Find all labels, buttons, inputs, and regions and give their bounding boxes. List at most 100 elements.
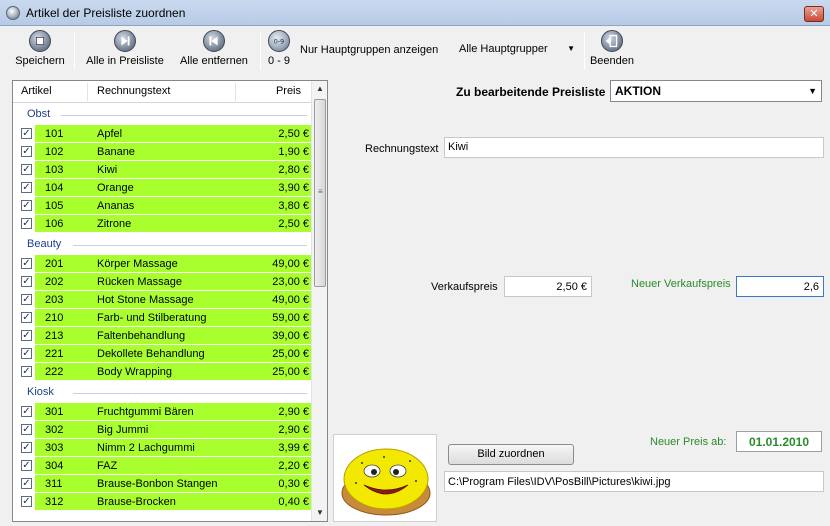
row-checkbox[interactable]: ✓	[21, 294, 32, 305]
preisliste-value: AKTION	[615, 84, 661, 98]
preis-cell: 25,00 €	[272, 366, 309, 378]
exit-button[interactable]: Beenden	[588, 30, 636, 67]
row-checkbox[interactable]: ✓	[21, 276, 32, 287]
rechnungstext-label: Rechnungstext	[365, 143, 439, 155]
table-row[interactable]: ✓ 101 Apfel 2,50 €	[15, 125, 311, 142]
image-path-input[interactable]: C:\Program Files\IDV\PosBill\Pictures\ki…	[444, 471, 824, 492]
row-checkbox[interactable]: ✓	[21, 164, 32, 175]
preis-cell: 59,00 €	[272, 312, 309, 324]
table-row[interactable]: ✓ 302 Big Jummi 2,90 €	[15, 421, 311, 438]
table-row[interactable]: ✓ 213 Faltenbehandlung 39,00 €	[15, 327, 311, 344]
toolbar-separator	[74, 32, 75, 70]
close-button[interactable]: ✕	[804, 6, 824, 22]
row-checkbox[interactable]: ✓	[21, 182, 32, 193]
row-checkbox[interactable]: ✓	[21, 460, 32, 471]
artikel-cell: 221	[45, 348, 64, 360]
window-title: Artikel der Preisliste zuordnen	[26, 6, 186, 20]
all-in-pricelist-button[interactable]: Alle in Preisliste	[82, 30, 168, 67]
row-checkbox[interactable]: ✓	[21, 496, 32, 507]
verkaufspreis-input[interactable]: 2,50 €	[504, 276, 592, 297]
scroll-thumb[interactable]: ≡	[314, 99, 326, 287]
table-row[interactable]: ✓ 312 Brause-Brocken 0,40 €	[15, 493, 311, 510]
row-highlight	[35, 215, 311, 232]
list-header: Artikel Rechnungstext Preis	[13, 81, 313, 103]
preisliste-label: Zu bearbeitende Preisliste	[456, 85, 606, 99]
table-row[interactable]: ✓ 301 Fruchtgummi Bären 2,90 €	[15, 403, 311, 420]
table-row[interactable]: ✓ 311 Brause-Bonbon Stangen 0,30 €	[15, 475, 311, 492]
row-checkbox[interactable]: ✓	[21, 366, 32, 377]
table-row[interactable]: ✓ 210 Farb- und Stilberatung 59,00 €	[15, 309, 311, 326]
table-row[interactable]: ✓ 105 Ananas 3,80 €	[15, 197, 311, 214]
group-header: Beauty	[27, 238, 62, 250]
table-row[interactable]: ✓ 221 Dekollete Behandlung 25,00 €	[15, 345, 311, 362]
rechnungstext-cell: Brause-Brocken	[97, 496, 176, 508]
table-row[interactable]: ✓ 203 Hot Stone Massage 49,00 €	[15, 291, 311, 308]
neuer-verkaufspreis-input[interactable]: 2,6	[736, 276, 824, 297]
column-header-artikel[interactable]: Artikel	[21, 85, 52, 97]
table-row[interactable]: ✓ 104 Orange 3,90 €	[15, 179, 311, 196]
rechnungstext-cell: Body Wrapping	[97, 366, 173, 378]
column-divider[interactable]	[235, 83, 236, 101]
row-highlight	[35, 179, 311, 196]
hauptgruppen-label: Nur Hauptgruppen anzeigen	[300, 44, 439, 56]
row-checkbox[interactable]: ✓	[21, 348, 32, 359]
row-highlight	[35, 421, 311, 438]
column-divider[interactable]	[87, 83, 88, 101]
table-row[interactable]: ✓ 202 Rücken Massage 23,00 €	[15, 273, 311, 290]
preis-cell: 2,90 €	[278, 406, 309, 418]
preis-cell: 3,80 €	[278, 200, 309, 212]
row-checkbox[interactable]: ✓	[21, 128, 32, 139]
group-header: Obst	[27, 108, 51, 120]
hauptgruppen-value: Alle Hauptgrupper	[459, 43, 548, 55]
scroll-up-icon[interactable]: ▲	[312, 81, 327, 97]
article-list[interactable]: Artikel Rechnungstext Preis Obst ✓ 101 Apfe…	[12, 80, 328, 522]
row-highlight	[35, 161, 311, 178]
column-header-preis[interactable]: Preis	[276, 85, 301, 97]
column-header-rechnungstext[interactable]: Rechnungstext	[97, 85, 170, 97]
table-row[interactable]: ✓ 102 Banane 1,90 €	[15, 143, 311, 160]
neuer-preis-ab-date[interactable]: 01.01.2010	[736, 431, 822, 452]
preis-cell: 2,80 €	[278, 164, 309, 176]
remove-all-button[interactable]: Alle entfernen	[174, 30, 254, 67]
scroll-down-icon[interactable]: ▼	[312, 505, 327, 521]
all-out-label: Alle entfernen	[180, 55, 248, 67]
group-divider	[61, 115, 307, 116]
table-row[interactable]: ✓ 106 Zitrone 2,50 €	[15, 215, 311, 232]
rechnungstext-cell: Apfel	[97, 128, 123, 140]
table-row[interactable]: ✓ 103 Kiwi 2,80 €	[15, 161, 311, 178]
article-image	[333, 434, 437, 522]
row-checkbox[interactable]: ✓	[21, 424, 32, 435]
rechnungstext-cell: Dekollete Behandlung	[97, 348, 205, 360]
preisliste-select[interactable]: AKTION ▼	[610, 80, 822, 102]
range-0-9-button[interactable]: 0-9 0 - 9	[264, 30, 294, 67]
row-highlight	[35, 197, 311, 214]
rechnungstext-input[interactable]: Kiwi	[444, 137, 824, 158]
row-checkbox[interactable]: ✓	[21, 218, 32, 229]
row-checkbox[interactable]: ✓	[21, 406, 32, 417]
rechnungstext-cell: Ananas	[97, 200, 135, 212]
all-in-label: Alle in Preisliste	[86, 55, 164, 67]
exit-door-icon	[601, 30, 623, 52]
rechnungstext-cell: Fruchtgummi Bären	[97, 406, 194, 418]
rechnungstext-cell: Hot Stone Massage	[97, 294, 194, 306]
rechnungstext-cell: Zitrone	[97, 218, 132, 230]
table-row[interactable]: ✓ 201 Körper Massage 49,00 €	[15, 255, 311, 272]
row-checkbox[interactable]: ✓	[21, 258, 32, 269]
artikel-cell: 203	[45, 294, 64, 306]
row-checkbox[interactable]: ✓	[21, 442, 32, 453]
bild-zuordnen-button[interactable]: Bild zuordnen	[448, 444, 574, 465]
row-checkbox[interactable]: ✓	[21, 330, 32, 341]
save-button[interactable]: Speichern	[12, 30, 68, 67]
range-icon: 0-9	[268, 30, 290, 52]
hauptgruppen-select[interactable]: Alle Hauptgrupper ▼	[456, 38, 580, 60]
row-checkbox[interactable]: ✓	[21, 312, 32, 323]
table-row[interactable]: ✓ 222 Body Wrapping 25,00 €	[15, 363, 311, 380]
artikel-cell: 103	[45, 164, 64, 176]
row-checkbox[interactable]: ✓	[21, 200, 32, 211]
table-row[interactable]: ✓ 304 FAZ 2,20 €	[15, 457, 311, 474]
list-scrollbar[interactable]: ▲ ≡ ▼	[311, 81, 327, 521]
table-row[interactable]: ✓ 303 Nimm 2 Lachgummi 3,99 €	[15, 439, 311, 456]
row-checkbox[interactable]: ✓	[21, 146, 32, 157]
row-checkbox[interactable]: ✓	[21, 478, 32, 489]
group-divider	[73, 393, 307, 394]
